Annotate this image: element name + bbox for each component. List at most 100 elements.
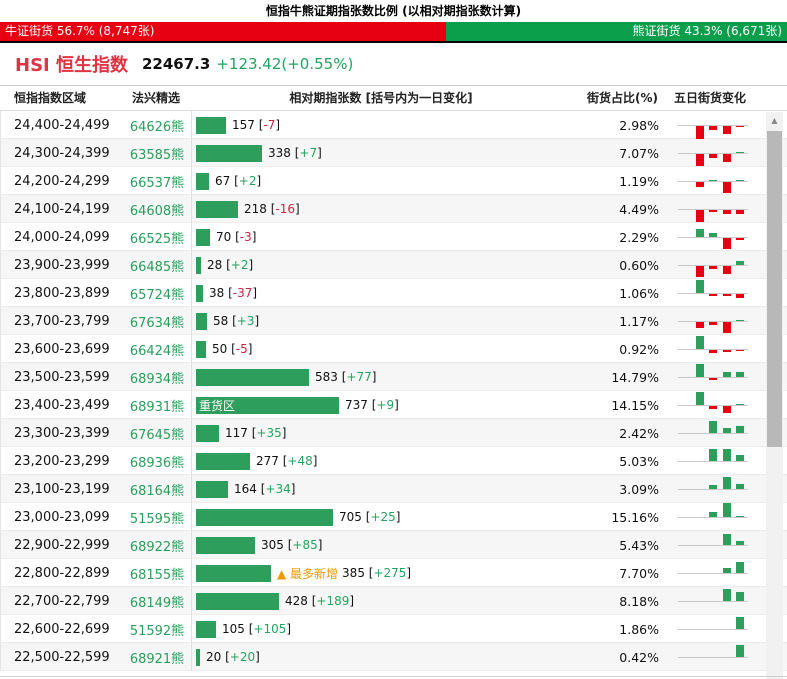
- oi-percentage-value: 2.42%: [619, 425, 659, 441]
- relative-volume-cell: 338 [+7]: [191, 139, 573, 167]
- table-row[interactable]: 24,100-24,199 64608熊 218 [-16] 4.49%: [0, 195, 787, 223]
- warrant-code-link[interactable]: 68922熊: [123, 536, 191, 555]
- index-range-label: 23,200-23,299: [14, 453, 110, 469]
- table-row[interactable]: 22,600-22,699 51592熊 105 [+105] 1.86%: [0, 615, 787, 643]
- warrant-code-link[interactable]: 67645熊: [123, 424, 191, 443]
- volume-value: 737 [: [345, 398, 377, 412]
- index-range-label: 22,500-22,599: [14, 649, 110, 665]
- warrant-code-link[interactable]: 68934熊: [123, 368, 191, 387]
- mini-chart-baseline: [678, 601, 748, 602]
- volume-bar: [196, 452, 250, 470]
- bracket-close: ]: [349, 594, 355, 608]
- warrant-code-link[interactable]: 51592熊: [123, 620, 191, 639]
- mini-chart-bar: [736, 592, 744, 601]
- warrant-code-link[interactable]: 68921熊: [123, 648, 191, 667]
- mini-chart-bar: [695, 280, 704, 293]
- relative-volume-cell: 157 [-7]: [191, 111, 573, 139]
- relative-volume-cell: 20 [+20]: [191, 643, 573, 671]
- warrant-code-link[interactable]: 66424熊: [123, 340, 191, 359]
- volume-bar: [196, 116, 226, 134]
- five-day-mini-chart: [678, 307, 748, 335]
- mini-chart-bar: [722, 534, 731, 545]
- index-price: 22467.3: [142, 55, 211, 73]
- table-row[interactable]: 24,400-24,499 64626熊 157 [-7] 2.98%: [0, 111, 787, 139]
- five-day-chart-cell: [661, 587, 761, 615]
- warrant-code-link[interactable]: 63585熊: [123, 144, 191, 163]
- table-row[interactable]: 24,200-24,299 66537熊 67 [+2] 1.19%: [0, 167, 787, 195]
- warrant-code-link[interactable]: 65724熊: [123, 284, 191, 303]
- warrant-code-link[interactable]: 67634熊: [123, 312, 191, 331]
- warrant-code-link[interactable]: 64626熊: [123, 116, 191, 135]
- five-day-chart-cell: [661, 559, 761, 587]
- mini-chart-bar: [709, 449, 717, 461]
- table-row[interactable]: 23,800-23,899 65724熊 38 [-37] 1.06%: [0, 279, 787, 307]
- five-day-mini-chart: [678, 643, 748, 671]
- table-row[interactable]: 23,400-23,499 68931熊 重货区 737 [+9] 14.15%: [0, 391, 787, 419]
- five-day-mini-chart: [678, 251, 748, 279]
- index-range-label: 24,000-24,099: [14, 229, 110, 245]
- five-day-mini-chart: [678, 559, 748, 587]
- warrant-code-link[interactable]: 68149熊: [123, 592, 191, 611]
- index-range-label: 23,800-23,899: [14, 285, 110, 301]
- warrant-code-link[interactable]: 64608熊: [123, 200, 191, 219]
- warrant-code-link[interactable]: 66485熊: [123, 256, 191, 275]
- index-name: HSI 恒生指数: [15, 55, 128, 76]
- table-row[interactable]: 24,300-24,399 63585熊 338 [+7] 7.07%: [0, 139, 787, 167]
- warrant-code-link[interactable]: 51595熊: [123, 508, 191, 527]
- volume-value: 305 [: [261, 538, 293, 552]
- table-row[interactable]: 23,600-23,699 66424熊 50 [-5] 0.92%: [0, 335, 787, 363]
- relative-volume-cell: ▲ 最多新增 385 [+275]: [191, 559, 573, 587]
- table-row[interactable]: 22,500-22,599 68921熊 20 [+20] 0.42%: [0, 643, 787, 671]
- daily-change-value: +9: [376, 398, 395, 412]
- table-row[interactable]: 23,100-23,199 68164熊 164 [+34] 3.09%: [0, 475, 787, 503]
- table-row[interactable]: 22,900-22,999 68922熊 305 [+85] 5.43%: [0, 531, 787, 559]
- bottom-border: [0, 676, 787, 677]
- table-row[interactable]: 23,300-23,399 67645熊 117 [+35] 2.42%: [0, 419, 787, 447]
- warrant-code-link[interactable]: 68936熊: [123, 452, 191, 471]
- volume-value: 385 [: [342, 566, 374, 580]
- table-row[interactable]: 24,000-24,099 66525熊 70 [-3] 2.29%: [0, 223, 787, 251]
- volume-bar: [196, 144, 262, 162]
- table-row[interactable]: 23,500-23,599 68934熊 583 [+77] 14.79%: [0, 363, 787, 391]
- volume-value: 28 [: [207, 258, 231, 272]
- mini-chart-bar: [709, 126, 717, 130]
- five-day-chart-cell: [661, 447, 761, 475]
- oi-percentage-value: 4.49%: [619, 201, 659, 217]
- mini-chart-bar: [722, 449, 731, 461]
- warrant-code-link[interactable]: 68164熊: [123, 480, 191, 499]
- hsi-warrant-app: 恒指牛熊证期指张数比例 (以相对期指张数计算) 牛证街货 56.7% (8,74…: [0, 0, 787, 679]
- mini-chart-bar: [736, 152, 744, 153]
- volume-bar: [196, 592, 279, 610]
- index-change: +123.42(+0.55%): [216, 55, 354, 73]
- bear-ratio-segment: 熊证街货 43.3% (6,671张): [446, 22, 787, 41]
- table-row[interactable]: 23,700-23,799 67634熊 58 [+3] 1.17%: [0, 307, 787, 335]
- five-day-mini-chart: [678, 531, 748, 559]
- index-range-label: 24,400-24,499: [14, 117, 110, 133]
- mini-chart-bar: [736, 484, 744, 489]
- five-day-chart-cell: [661, 195, 761, 223]
- oi-percentage-value: 0.60%: [619, 257, 659, 273]
- relative-volume-cell: 705 [+25]: [191, 503, 573, 531]
- table-row[interactable]: 23,200-23,299 68936熊 277 [+48] 5.03%: [0, 447, 787, 475]
- mini-chart-bar: [695, 266, 704, 277]
- mini-chart-bar: [736, 180, 744, 181]
- warrant-code-link[interactable]: 66525熊: [123, 228, 191, 247]
- mini-chart-bar: [722, 210, 731, 214]
- table-row[interactable]: 22,700-22,799 68149熊 428 [+189] 8.18%: [0, 587, 787, 615]
- scrollbar[interactable]: ▲: [766, 112, 783, 679]
- scrollbar-up-icon[interactable]: ▲: [766, 112, 783, 129]
- warrant-code-link[interactable]: 66537熊: [123, 172, 191, 191]
- table-row[interactable]: 23,900-23,999 66485熊 28 [+2] 0.60%: [0, 251, 787, 279]
- daily-change-value: +77: [346, 370, 372, 384]
- volume-value: 583 [: [315, 370, 347, 384]
- oi-percentage-value: 15.16%: [611, 509, 659, 525]
- scrollbar-thumb[interactable]: [767, 131, 782, 447]
- table-row[interactable]: 22,800-22,899 68155熊 ▲ 最多新增 385 [+275] 7.70%: [0, 559, 787, 587]
- oi-percentage-value: 7.70%: [619, 565, 659, 581]
- warrant-code-link[interactable]: 68931熊: [123, 396, 191, 415]
- table-row[interactable]: 23,000-23,099 51595熊 705 [+25] 15.16%: [0, 503, 787, 531]
- daily-change-value: +48: [287, 454, 313, 468]
- warrant-code-link[interactable]: 68155熊: [123, 564, 191, 583]
- mini-chart-bar: [709, 154, 717, 158]
- oi-percentage-value: 1.19%: [619, 173, 659, 189]
